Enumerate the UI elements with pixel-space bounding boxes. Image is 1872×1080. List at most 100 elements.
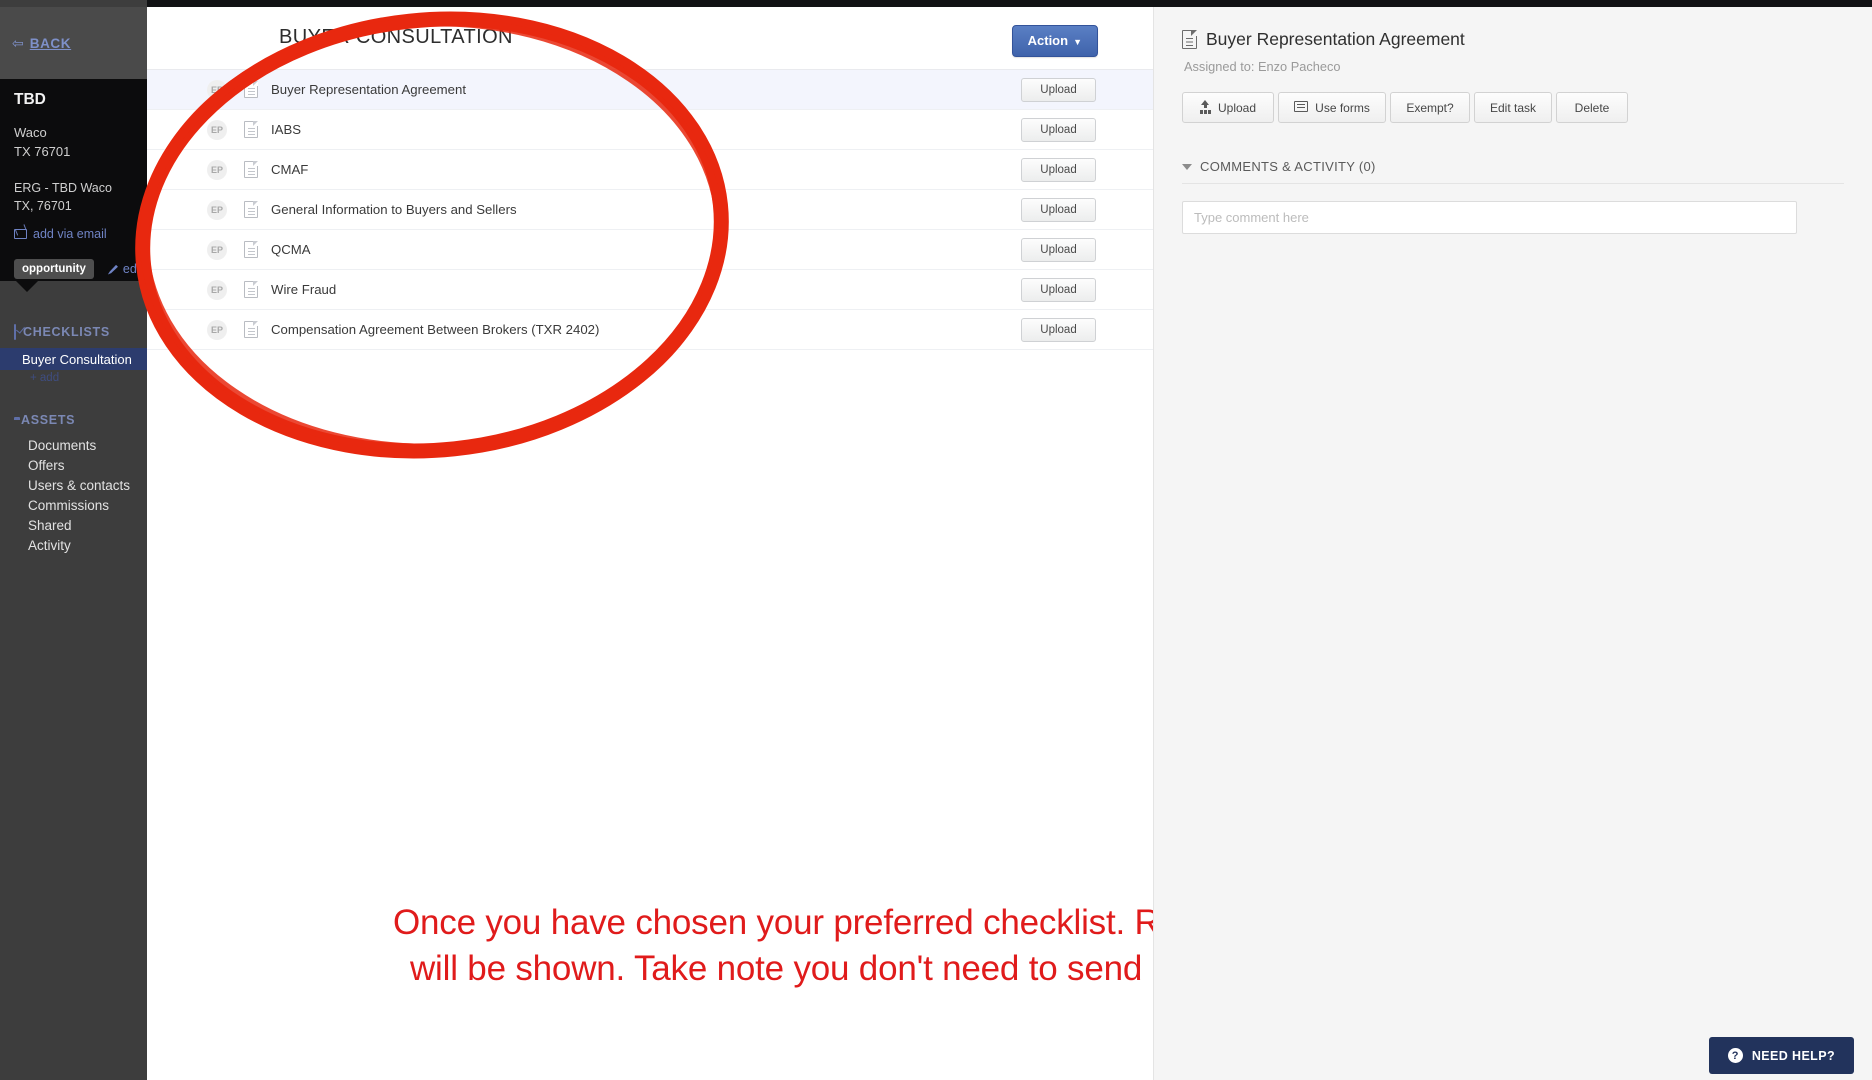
upload-button[interactable]: Upload: [1021, 117, 1096, 142]
page-title: BUYER CONSULTATION: [279, 26, 513, 48]
document-icon: [244, 81, 258, 98]
sidebar-item-documents[interactable]: Documents: [28, 438, 96, 453]
upload-button[interactable]: Upload: [1021, 157, 1096, 182]
detail-button-exempt[interactable]: Exempt?: [1390, 92, 1470, 123]
detail-button-use-forms[interactable]: Use forms: [1278, 92, 1386, 123]
property-state-zip: TX 76701: [14, 144, 71, 159]
document-icon: [244, 281, 258, 298]
table-row[interactable]: EP Compensation Agreement Between Brokers…: [147, 310, 1153, 350]
upload-button[interactable]: Upload: [1021, 237, 1096, 262]
comment-input[interactable]: Type comment here: [1182, 201, 1797, 234]
card-caret: [16, 281, 38, 292]
avatar: EP: [207, 199, 227, 220]
sidebar-item-buyer-consultation[interactable]: Buyer Consultation: [0, 348, 147, 370]
property-city: Waco: [14, 125, 47, 140]
need-help-label: NEED HELP?: [1751, 1048, 1835, 1063]
sidebar-item-users-contacts[interactable]: Users & contacts: [28, 478, 130, 493]
upload-button[interactable]: Upload: [1021, 317, 1096, 342]
property-card: TBD Waco TX 76701 ERG - TBD Waco TX, 767…: [0, 79, 147, 281]
section-header-assets: ASSETS: [14, 413, 75, 427]
property-erg-line: ERG - TBD Waco TX, 76701: [14, 181, 112, 213]
avatar: EP: [207, 119, 227, 140]
detail-button-label: Delete: [1574, 100, 1610, 115]
app-root: ⇦ BACK TBD Waco TX 76701 ERG - TBD Waco …: [0, 0, 1872, 1080]
detail-assigned-to: Assigned to: Enzo Pacheco: [1184, 59, 1341, 74]
checklist-rows: EP Buyer Representation Agreement Upload EP…: [147, 70, 1153, 350]
sidebar-item-commissions[interactable]: Commissions: [28, 498, 109, 513]
sidebar-item-label: Buyer Consultation: [22, 351, 132, 367]
detail-button-label: Use forms: [1315, 100, 1370, 115]
main-content: BUYER CONSULTATION Action ▼ EP Buyer Repre…: [147, 7, 1371, 1080]
detail-button-label: Edit task: [1489, 100, 1537, 115]
property-address: Waco TX 76701: [14, 123, 133, 161]
action-button-label: Action: [1027, 33, 1069, 48]
checklist-item-name: General Information to Buyers and Seller…: [271, 202, 517, 217]
checklist-item-name: Wire Fraud: [271, 282, 337, 297]
detail-button-edit-task[interactable]: Edit task: [1474, 92, 1552, 123]
comments-header-label: COMMENTS & ACTIVITY (0): [1200, 159, 1376, 174]
add-via-email-label: add via email: [33, 227, 107, 241]
table-row[interactable]: EP CMAF Upload: [147, 150, 1153, 190]
envelope-icon: [14, 229, 27, 239]
section-label-assets: ASSETS: [21, 413, 76, 427]
upload-button[interactable]: Upload: [1021, 77, 1096, 102]
detail-panel: Buyer Representation Agreement Assigned …: [1153, 7, 1872, 1080]
table-row[interactable]: EP IABS Upload: [147, 110, 1153, 150]
table-row[interactable]: EP General Information to Buyers and Sell…: [147, 190, 1153, 230]
comments-header[interactable]: COMMENTS & ACTIVITY (0): [1182, 159, 1844, 184]
avatar: EP: [207, 79, 227, 100]
avatar: EP: [207, 159, 227, 180]
top-black-strip: [0, 0, 1872, 7]
add-via-email-link[interactable]: add via email: [14, 227, 133, 241]
table-row[interactable]: EP Buyer Representation Agreement Upload: [147, 70, 1153, 110]
add-checklist-link[interactable]: + add: [30, 372, 59, 384]
checkbox-icon: [14, 324, 16, 340]
document-icon: [244, 161, 258, 178]
property-title: TBD: [14, 91, 46, 108]
need-help-button[interactable]: ? NEED HELP?: [1708, 1037, 1854, 1074]
back-button[interactable]: ⇦ BACK: [0, 7, 147, 79]
status-badge: opportunity: [14, 259, 94, 279]
section-header-checklists: CHECKLISTS: [14, 324, 110, 340]
checklist-item-name: Compensation Agreement Between Brokers (…: [271, 322, 600, 337]
document-icon: [244, 201, 258, 218]
document-icon: [244, 241, 258, 258]
content-header: BUYER CONSULTATION Action ▼: [147, 7, 1153, 70]
table-row[interactable]: EP QCMA Upload: [147, 230, 1153, 270]
sidebar-item-shared[interactable]: Shared: [28, 518, 72, 533]
document-icon: [244, 121, 258, 138]
triangle-down-icon: [1182, 163, 1192, 170]
back-arrow-icon: ⇦: [12, 34, 24, 51]
upload-icon: [1200, 100, 1211, 115]
checklist-item-name: IABS: [271, 122, 302, 137]
document-icon: [244, 321, 258, 338]
edit-property-label: edit: [122, 262, 144, 276]
back-label: BACK: [29, 35, 72, 51]
document-icon: [1182, 30, 1197, 49]
avatar: EP: [207, 279, 227, 300]
checklist-item-name: Buyer Representation Agreement: [271, 82, 466, 97]
edit-property-link[interactable]: edit: [107, 262, 144, 276]
avatar: EP: [207, 319, 227, 340]
detail-button-upload[interactable]: Upload: [1182, 92, 1274, 123]
avatar: EP: [207, 239, 227, 260]
sidebar-item-activity[interactable]: Activity: [28, 538, 71, 553]
table-row[interactable]: EP Wire Fraud Upload: [147, 270, 1153, 310]
chevron-down-icon: ▼: [1073, 37, 1082, 47]
action-button[interactable]: Action ▼: [1011, 25, 1098, 57]
detail-button-label: Exempt?: [1406, 100, 1454, 115]
detail-button-label: Upload: [1217, 100, 1257, 115]
question-mark-icon: ?: [1727, 1048, 1743, 1063]
checklist-item-name: CMAF: [271, 162, 309, 177]
section-label-checklists: CHECKLISTS: [23, 325, 110, 339]
sidebar-item-offers[interactable]: Offers: [28, 458, 65, 473]
upload-button[interactable]: Upload: [1021, 277, 1096, 302]
upload-button[interactable]: Upload: [1021, 197, 1096, 222]
property-tag-row: opportunity edit: [14, 259, 143, 279]
checklist-item-name: QCMA: [271, 242, 311, 257]
pencil-icon: [107, 264, 118, 275]
forms-icon: [1294, 100, 1309, 115]
detail-title: Buyer Representation Agreement: [1206, 29, 1465, 49]
detail-button-delete[interactable]: Delete: [1556, 92, 1628, 123]
detail-action-buttons: Upload Use forms Exempt? Edit task Delete: [1182, 92, 1844, 123]
